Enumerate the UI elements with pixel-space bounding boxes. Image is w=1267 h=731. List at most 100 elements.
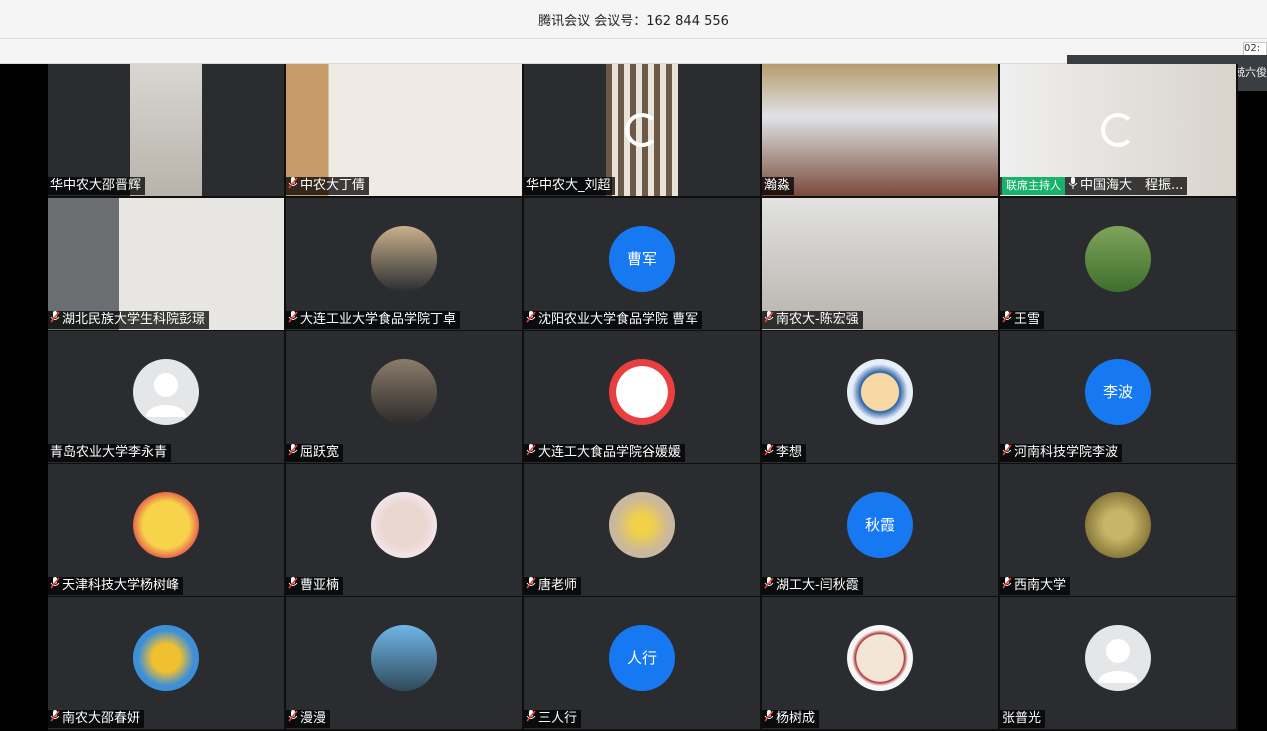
participant-name: 河南科技学院李波 (1014, 445, 1119, 460)
participant-tile[interactable]: 青岛农业大学李永青 (48, 331, 284, 463)
mic-icon (1068, 177, 1078, 195)
participant-name: 南农大-陈宏强 (776, 312, 859, 327)
mic-muted-icon (50, 710, 60, 728)
participant-name-label: 漫漫 (286, 710, 331, 728)
participant-name-label: 张普光 (1000, 710, 1046, 728)
participant-avatar: 曹军 (609, 226, 675, 292)
participant-tile[interactable]: 华中农大邵晋辉 (48, 64, 284, 196)
participant-name: 青岛农业大学李永青 (50, 445, 168, 460)
participant-tile[interactable]: 湖北民族大学生科院彭璟 (48, 198, 284, 330)
participant-name-label: 瀚淼 (762, 177, 795, 195)
participant-name: 中国海大 程振... (1080, 178, 1184, 193)
participant-tile[interactable]: 瀚淼 (762, 64, 998, 196)
participant-name: 曹亚楠 (300, 578, 340, 593)
participant-tile[interactable]: 西南大学 (1000, 464, 1236, 596)
participant-tile[interactable]: 唐老师 (524, 464, 760, 596)
participant-avatar (847, 625, 913, 691)
participant-name: 三人行 (538, 711, 578, 726)
participant-tile[interactable]: 秋霞湖工大-闫秋霞 (762, 464, 998, 596)
title-bar: 腾讯会议 会议号：162 844 556 (0, 0, 1267, 39)
floating-panel-text: 兢六俊 (1234, 66, 1267, 79)
mic-muted-icon (50, 311, 60, 329)
participant-name: 王雪 (1014, 312, 1041, 327)
mic-muted-icon (288, 577, 298, 595)
mic-muted-icon (288, 311, 298, 329)
participant-name: 湖工大-闫秋霞 (776, 578, 859, 593)
participant-name-label: 屈跃宽 (286, 444, 344, 462)
participant-name: 沈阳农业大学食品学院 曹军 (538, 312, 699, 327)
loading-spinner-icon (625, 113, 659, 147)
video-grid: 华中农大邵晋辉 中农大丁倩 华中农大_刘超 瀚淼 联席主持人 中国海大 程振... 湖北民族… (48, 64, 1238, 731)
participant-name-label: 唐老师 (524, 577, 582, 595)
participant-name: 杨树成 (776, 711, 816, 726)
participant-name: 瀚淼 (764, 178, 791, 193)
participant-tile[interactable]: 南农大邵春妍 (48, 597, 284, 729)
participant-name: 大连工大食品学院谷媛媛 (538, 445, 682, 460)
participant-name-label: 天津科技大学杨树峰 (48, 577, 184, 595)
participant-avatar (1085, 226, 1151, 292)
participant-name: 张普光 (1002, 711, 1042, 726)
participant-tile[interactable]: 天津科技大学杨树峰 (48, 464, 284, 596)
participant-name-label: 华中农大_刘超 (524, 177, 615, 195)
participant-tile[interactable]: 屈跃宽 (286, 331, 522, 463)
participant-avatar (609, 359, 675, 425)
participant-avatar: 人行 (609, 625, 675, 691)
participant-tile[interactable]: 王雪 (1000, 198, 1236, 330)
participant-tile[interactable]: 中农大丁倩 (286, 64, 522, 196)
mic-muted-icon (1002, 577, 1012, 595)
participant-name-label: 河南科技学院李波 (1000, 444, 1123, 462)
participant-tile[interactable]: 李想 (762, 331, 998, 463)
loading-spinner-icon (1101, 113, 1135, 147)
participant-name-label: 湖北民族大学生科院彭璟 (48, 311, 210, 329)
participant-tile[interactable]: 大连工大食品学院谷媛媛 (524, 331, 760, 463)
participant-name-label: 沈阳农业大学食品学院 曹军 (524, 311, 703, 329)
participant-name-label: 曹亚楠 (286, 577, 344, 595)
participant-name-label: 王雪 (1000, 311, 1045, 329)
mic-muted-icon (526, 710, 536, 728)
participant-name: 南农大邵春妍 (62, 711, 141, 726)
participant-name: 华中农大邵晋辉 (50, 178, 142, 193)
participant-name: 屈跃宽 (300, 445, 340, 460)
mic-muted-icon (526, 577, 536, 595)
participant-tile[interactable]: 曹军沈阳农业大学食品学院 曹军 (524, 198, 760, 330)
mic-muted-icon (1002, 311, 1012, 329)
participant-tile[interactable]: 大连工业大学食品学院丁卓 (286, 198, 522, 330)
participant-avatar (133, 492, 199, 558)
participant-name: 漫漫 (300, 711, 327, 726)
participant-name-label: 华中农大邵晋辉 (48, 177, 146, 195)
participant-avatar (371, 226, 437, 292)
mic-muted-icon (764, 710, 774, 728)
participant-avatar: 李波 (1085, 359, 1151, 425)
participant-tile[interactable]: 张普光 (1000, 597, 1236, 729)
participant-name-label: 三人行 (524, 710, 582, 728)
participant-name: 唐老师 (538, 578, 578, 593)
participant-name-label: 中农大丁倩 (286, 177, 370, 195)
participant-name-label: 李想 (762, 444, 807, 462)
participant-name-label: 大连工业大学食品学院丁卓 (286, 311, 461, 329)
participant-tile[interactable]: 南农大-陈宏强 (762, 198, 998, 330)
mic-muted-icon (288, 710, 298, 728)
participant-name: 西南大学 (1014, 578, 1067, 593)
participant-avatar (1085, 625, 1151, 691)
participant-name-label: 联席主持人 中国海大 程振... (1000, 177, 1188, 195)
participant-name: 湖北民族大学生科院彭璟 (62, 312, 206, 327)
participant-tile[interactable]: 曹亚楠 (286, 464, 522, 596)
participant-name-label: 湖工大-闫秋霞 (762, 577, 863, 595)
participant-avatar (1085, 492, 1151, 558)
participant-avatar: 秋霞 (847, 492, 913, 558)
participant-name-label: 青岛农业大学李永青 (48, 444, 172, 462)
participant-name: 李想 (776, 445, 803, 460)
participant-tile[interactable]: 漫漫 (286, 597, 522, 729)
participant-tile[interactable]: 人行三人行 (524, 597, 760, 729)
participant-tile[interactable]: 杨树成 (762, 597, 998, 729)
participant-tile[interactable]: 华中农大_刘超 (524, 64, 760, 196)
mic-muted-icon (288, 444, 298, 462)
participant-avatar (609, 492, 675, 558)
participant-tile[interactable]: 联席主持人 中国海大 程振... (1000, 64, 1236, 196)
window-title: 腾讯会议 会议号：162 844 556 (538, 14, 729, 29)
participant-avatar (371, 359, 437, 425)
participant-name-label: 大连工大食品学院谷媛媛 (524, 444, 686, 462)
participant-tile[interactable]: 李波河南科技学院李波 (1000, 331, 1236, 463)
mic-muted-icon (764, 311, 774, 329)
mic-muted-icon (526, 311, 536, 329)
